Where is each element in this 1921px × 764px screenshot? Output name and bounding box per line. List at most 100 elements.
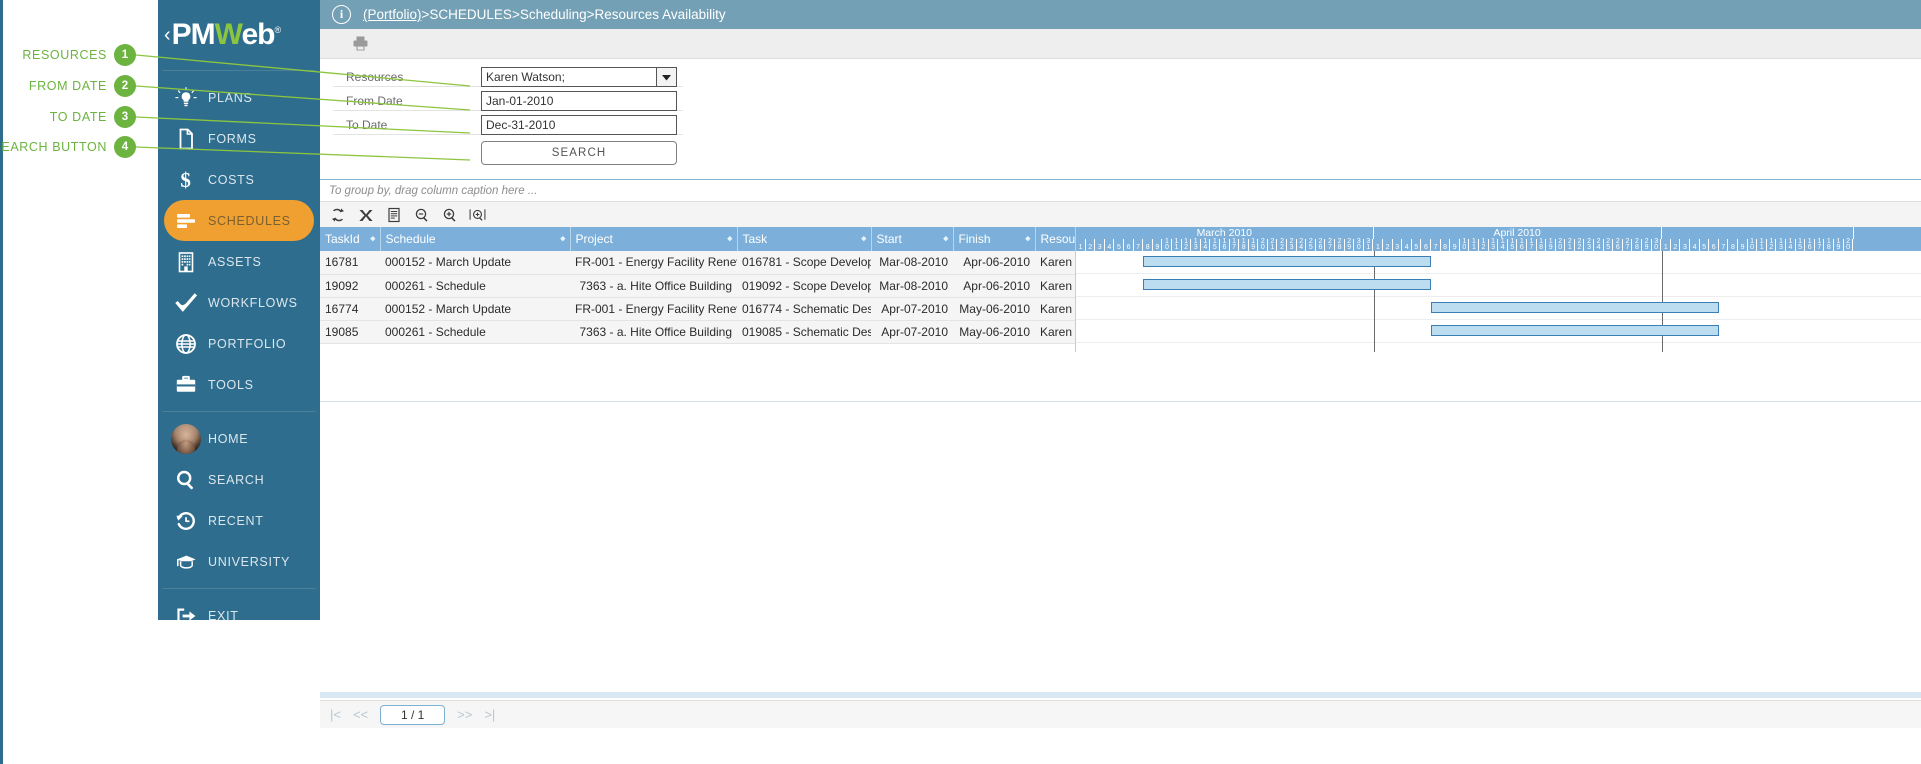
- sort-toggle-icon[interactable]: ◆: [560, 236, 565, 243]
- printer-icon[interactable]: [352, 35, 369, 52]
- gantt-task-bar[interactable]: [1143, 279, 1432, 290]
- zoom-in-icon[interactable]: [441, 206, 458, 223]
- sidebar-item-search[interactable]: SEARCH: [164, 459, 314, 500]
- gantt-day-tick: 11: [1469, 238, 1479, 251]
- gantt-day-tick: 19: [1834, 238, 1844, 251]
- sidebar-item-university[interactable]: UNIVERSITY: [164, 541, 314, 582]
- gantt-day-tick: 7: [1134, 239, 1144, 251]
- sidebar-item-label: EXIT: [208, 608, 239, 623]
- resources-combo[interactable]: Karen Watson;: [481, 67, 677, 87]
- gantt-day-tick: 30: [1652, 238, 1662, 251]
- gantt-day-tick: 26: [1316, 238, 1326, 251]
- sidebar-item-workflows[interactable]: WORKFLOWS: [164, 282, 314, 323]
- info-icon[interactable]: i: [332, 5, 351, 24]
- gantt-day-tick: 22: [1277, 238, 1288, 251]
- annotation-number-badge: 4: [114, 136, 136, 158]
- cell-finish: Apr-06-2010: [953, 251, 1035, 275]
- resources-input[interactable]: Karen Watson;: [481, 67, 656, 87]
- gantt-day-tick: 20: [1556, 238, 1566, 251]
- gantt-day-tick: 9: [1450, 239, 1460, 251]
- sidebar-item-recent[interactable]: RECENT: [164, 500, 314, 541]
- chevron-down-icon[interactable]: [656, 67, 677, 87]
- gantt-task-bar[interactable]: [1143, 256, 1432, 267]
- column-header-start[interactable]: Start ◆: [871, 227, 954, 251]
- refresh-icon[interactable]: [329, 206, 346, 223]
- sidebar-item-schedules[interactable]: SCHEDULES: [164, 200, 314, 241]
- column-header-project[interactable]: Project ◆: [570, 227, 738, 251]
- export-report-icon[interactable]: [385, 206, 402, 223]
- page-number-input[interactable]: 1 / 1: [380, 704, 446, 725]
- resources-label: Resources: [346, 69, 404, 84]
- filter-rows: Resources Karen Watson; From Date Jan-01: [333, 67, 683, 139]
- breadcrumb-portfolio[interactable]: (Portfolio): [363, 7, 422, 22]
- from-date-control: Jan-01-2010: [481, 91, 683, 111]
- table-row[interactable]: 19092 000261 - Schedule 7363 - a. Hite Off…: [320, 274, 1115, 298]
- sidebar-item-home[interactable]: HOME: [164, 418, 314, 459]
- gantt-day-tick: 6: [1124, 239, 1134, 251]
- cell-project: FR-001 - Energy Facility Renewal: [570, 251, 737, 275]
- zoom-out-icon[interactable]: [413, 206, 430, 223]
- table-row[interactable]: 16781 000152 - March Update FR-001 - Energ…: [320, 251, 1115, 275]
- sidebar-item-forms[interactable]: FORMS: [164, 118, 314, 159]
- sort-toggle-icon[interactable]: ◆: [370, 236, 375, 243]
- gantt-day-tick: 4: [1690, 239, 1700, 251]
- gantt-day-tick: 2: [1671, 239, 1681, 251]
- left-sidebar: ‹ PMWeb® PLANS FORMS $ COSTS SCHEDULES ASSETS…: [158, 0, 320, 623]
- cell-taskid: 16774: [320, 297, 380, 321]
- column-header-schedule[interactable]: Schedule ◆: [380, 227, 571, 251]
- last-page-button[interactable]: >|: [484, 707, 495, 722]
- gantt-day-tick: 25: [1604, 238, 1614, 251]
- table-row[interactable]: 16774 000152 - March Update FR-001 - Energ…: [320, 297, 1115, 321]
- sidebar-item-assets[interactable]: ASSETS: [164, 241, 314, 282]
- search-button[interactable]: SEARCH: [481, 141, 677, 165]
- gantt-day-tick: 23: [1287, 238, 1297, 251]
- to-date-label: To Date: [346, 117, 388, 132]
- column-header-taskid[interactable]: TaskId ◆: [320, 227, 381, 251]
- sidebar-item-portfolio[interactable]: PORTFOLIO: [164, 323, 314, 364]
- breadcrumb-schedules[interactable]: SCHEDULES: [429, 7, 512, 22]
- sidebar-item-exit[interactable]: EXIT: [164, 595, 314, 636]
- first-page-button[interactable]: |<: [330, 707, 341, 722]
- sort-toggle-icon[interactable]: ◆: [943, 236, 948, 243]
- annotation-callout: SEARCH BUTTON 4: [0, 136, 136, 158]
- prev-page-button[interactable]: <<: [353, 707, 368, 722]
- annotation-label: TO DATE: [49, 110, 107, 124]
- gantt-day-tick: 12: [1182, 238, 1192, 251]
- cell-taskid: 19092: [320, 274, 380, 298]
- schedule-table: TaskId ◆ Schedule ◆ Project ◆ Task ◆ Start ◆ Finis…: [320, 227, 1116, 344]
- sidebar-primary-nav: PLANS FORMS $ COSTS SCHEDULES ASSETS WORKFLOWS…: [158, 71, 320, 411]
- zoom-fit-icon[interactable]: [469, 206, 486, 223]
- gantt-task-bar[interactable]: [1431, 325, 1720, 336]
- gantt-day-tick: 8: [1143, 239, 1153, 251]
- sidebar-item-label: FORMS: [208, 131, 257, 146]
- filter-form: Resources Karen Watson; From Date Jan-01: [320, 59, 1921, 179]
- column-header-task[interactable]: Task ◆: [737, 227, 872, 251]
- collapse-sidebar-icon[interactable]: ‹: [164, 24, 171, 47]
- sidebar-item-plans[interactable]: PLANS: [164, 77, 314, 118]
- gantt-bars-area: [1076, 251, 1921, 352]
- grid-empty-space: [320, 352, 1921, 402]
- gantt-day-tick: 3: [1393, 239, 1403, 251]
- gantt-task-bar[interactable]: [1431, 302, 1720, 313]
- pmweb-logo[interactable]: ‹ PMWeb®: [158, 0, 320, 70]
- cell-task: 019092 - Scope Development: [737, 274, 871, 298]
- export-excel-icon[interactable]: [357, 206, 374, 223]
- sort-toggle-icon[interactable]: ◆: [1025, 236, 1030, 243]
- gantt-month-label: [1662, 227, 1854, 239]
- sort-toggle-icon[interactable]: ◆: [727, 236, 732, 243]
- briefcase-icon: [164, 373, 208, 397]
- next-page-button[interactable]: >>: [457, 707, 472, 722]
- cell-project: FR-001 - Energy Facility Renewal: [570, 297, 737, 321]
- cell-task: 016781 - Scope Development: [737, 251, 871, 275]
- sidebar-item-costs[interactable]: $ COSTS: [164, 159, 314, 200]
- breadcrumb-scheduling[interactable]: Scheduling: [520, 7, 587, 22]
- column-header-finish[interactable]: Finish ◆: [953, 227, 1036, 251]
- sidebar-item-tools[interactable]: TOOLS: [164, 364, 314, 405]
- brand-pm: PM: [171, 18, 216, 51]
- sort-toggle-icon[interactable]: ◆: [861, 236, 866, 243]
- to-date-input[interactable]: Dec-31-2010: [481, 115, 677, 135]
- table-row[interactable]: 19085 000261 - Schedule 7363 - a. Hite Off…: [320, 320, 1115, 344]
- sidebar-exit-nav: EXIT: [158, 589, 320, 642]
- from-date-input[interactable]: Jan-01-2010: [481, 91, 677, 111]
- group-by-dropzone[interactable]: To group by, drag column caption here ..…: [320, 179, 1921, 201]
